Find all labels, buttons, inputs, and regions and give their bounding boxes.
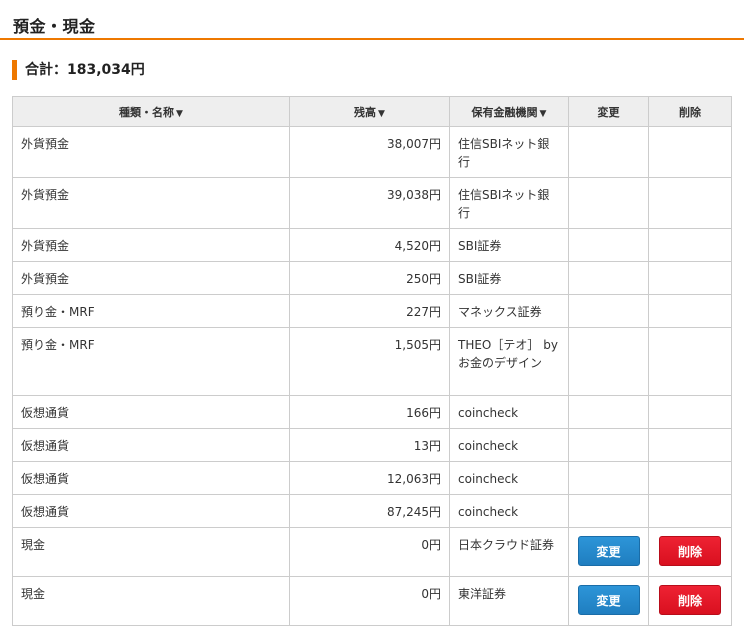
table-row: 現金 0円 東洋証券 変更 削除 [12,576,732,626]
row-edit-cell: 変更 [568,576,649,626]
row-institution: coincheck [449,428,569,462]
row-institution: THEO［テオ］ by お金のデザイン [449,327,569,396]
sort-down-icon: ▼ [539,108,547,119]
table-row: 仮想通貨 13円 coincheck [12,428,732,462]
row-edit-cell [568,428,649,462]
row-institution: 日本クラウド証券 [449,527,569,577]
row-institution: SBI証券 [449,228,569,262]
row-edit-cell [568,395,649,429]
row-edit-cell [568,294,649,328]
edit-button[interactable]: 変更 [577,536,640,566]
row-edit-cell [568,228,649,262]
row-amount: 0円 [289,576,450,626]
row-type: 仮想通貨 [12,395,290,429]
row-type: 外貨預金 [12,126,290,178]
table-row: 外貨預金 38,007円 住信SBIネット銀行 [12,126,732,178]
row-amount: 166円 [289,395,450,429]
row-edit-cell [568,126,649,178]
row-edit-cell [568,461,649,495]
sort-down-icon: ▼ [378,108,385,119]
table-row: 預り金・MRF 1,505円 THEO［テオ］ by お金のデザイン [12,327,732,396]
row-type: 預り金・MRF [12,327,290,396]
row-amount: 12,063円 [289,461,450,495]
row-delete-cell [648,126,732,178]
table-row: 外貨預金 250円 SBI証券 [12,261,732,295]
row-edit-cell [568,494,649,528]
row-type: 仮想通貨 [12,428,290,462]
row-institution: coincheck [449,395,569,429]
row-amount: 227円 [289,294,450,328]
row-delete-cell [648,294,732,328]
row-institution: マネックス証券 [449,294,569,328]
row-amount: 87,245円 [289,494,450,528]
row-institution: 住信SBIネット銀行 [449,177,569,229]
row-delete-cell [648,327,732,396]
row-delete-cell [648,428,732,462]
row-amount: 13円 [289,428,450,462]
row-amount: 39,038円 [289,177,450,229]
row-type: 外貨預金 [12,261,290,295]
row-amount: 250円 [289,261,450,295]
row-delete-cell [648,261,732,295]
row-edit-cell: 変更 [568,527,649,577]
row-type: 仮想通貨 [12,461,290,495]
table-row: 仮想通貨 87,245円 coincheck [12,494,732,528]
edit-button[interactable]: 変更 [577,585,640,615]
row-institution: 東洋証券 [449,576,569,626]
assets-table: 種類・名称 ▼ 残高 ▼ 保有金融機関 ▼ 変更 削除 外貨預金 38,007円 住信… [12,96,732,626]
table-row: 仮想通貨 12,063円 coincheck [12,461,732,495]
row-type: 預り金・MRF [12,294,290,328]
column-header-institution[interactable]: 保有金融機関 ▼ [449,96,569,127]
row-delete-cell [648,228,732,262]
row-institution: SBI証券 [449,261,569,295]
sort-down-icon: ▼ [176,108,183,119]
row-delete-cell [648,177,732,229]
row-institution: coincheck [449,494,569,528]
row-delete-cell [648,395,732,429]
delete-button[interactable]: 削除 [659,585,721,615]
row-delete-cell [648,494,732,528]
column-header-edit: 変更 [568,96,649,127]
page-title: 預金・現金 [13,17,96,36]
column-header-label: 残高 [354,105,377,119]
row-amount: 4,520円 [289,228,450,262]
row-edit-cell [568,177,649,229]
table-row: 現金 0円 日本クラウド証券 変更 削除 [12,527,732,577]
page-header: 預金・現金 [0,0,744,40]
delete-button[interactable]: 削除 [659,536,721,566]
table-header-row: 種類・名称 ▼ 残高 ▼ 保有金融機関 ▼ 変更 削除 [12,96,732,127]
row-amount: 38,007円 [289,126,450,178]
column-header-type-name[interactable]: 種類・名称 ▼ [12,96,290,127]
column-header-label: 保有金融機関 [471,105,538,119]
row-delete-cell [648,461,732,495]
row-amount: 0円 [289,527,450,577]
row-edit-cell [568,327,649,396]
row-type: 外貨預金 [12,228,290,262]
column-header-label: 種類・名称 [119,105,175,119]
row-amount: 1,505円 [289,327,450,396]
row-type: 現金 [12,576,290,626]
row-type: 現金 [12,527,290,577]
row-delete-cell: 削除 [648,527,732,577]
table-row: 仮想通貨 166円 coincheck [12,395,732,429]
row-delete-cell: 削除 [648,576,732,626]
column-header-balance[interactable]: 残高 ▼ [289,96,450,127]
total-amount: 合計：183,034円 [12,60,145,80]
row-institution: 住信SBIネット銀行 [449,126,569,178]
row-edit-cell [568,261,649,295]
row-institution: coincheck [449,461,569,495]
column-header-delete: 削除 [648,96,732,127]
table-row: 預り金・MRF 227円 マネックス証券 [12,294,732,328]
row-type: 外貨預金 [12,177,290,229]
row-type: 仮想通貨 [12,494,290,528]
table-row: 外貨預金 39,038円 住信SBIネット銀行 [12,177,732,229]
table-row: 外貨預金 4,520円 SBI証券 [12,228,732,262]
